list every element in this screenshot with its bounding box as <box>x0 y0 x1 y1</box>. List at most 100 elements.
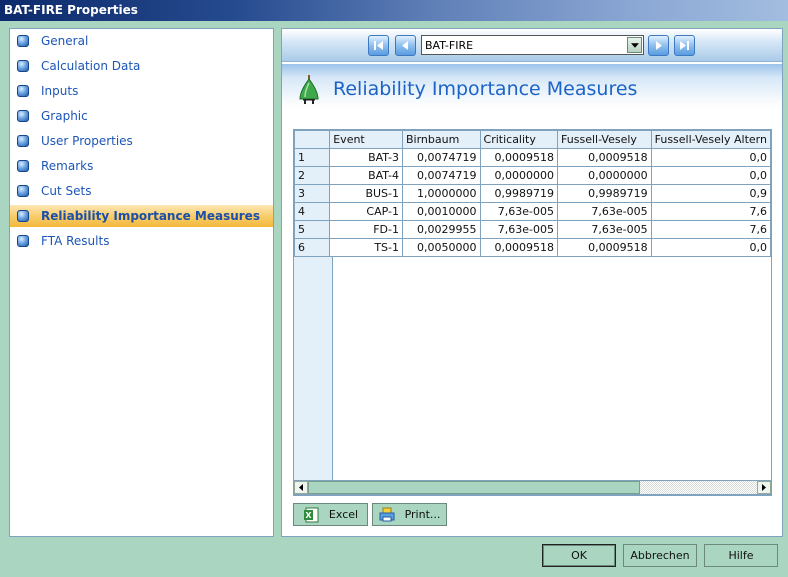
sidebar-item-label: User Properties <box>41 134 133 148</box>
table-cell[interactable]: 7,63e-005 <box>557 220 652 239</box>
table-cell[interactable]: 0,0010000 <box>402 202 481 221</box>
table-cell[interactable]: 7,6 <box>650 202 771 221</box>
row-number[interactable]: 3 <box>294 184 331 203</box>
scroll-track[interactable] <box>308 481 757 494</box>
table-cell[interactable]: 7,63e-005 <box>479 202 559 221</box>
sidebar-item-graphic[interactable]: Graphic <box>10 105 273 127</box>
main-panel: BAT-FIRE Reliability Importance Measures <box>281 28 783 537</box>
sidebar-item-inputs[interactable]: Inputs <box>10 80 273 102</box>
column-header-event[interactable]: Event <box>329 130 403 149</box>
sidebar-item-fta-results[interactable]: FTA Results <box>10 230 273 252</box>
previous-record-button[interactable] <box>395 35 416 56</box>
table-cell[interactable]: 0,0000000 <box>479 166 559 185</box>
sidebar-item-label: Graphic <box>41 109 88 123</box>
previous-record-icon <box>402 41 408 50</box>
table-cell[interactable]: 0,0029955 <box>402 220 481 239</box>
next-record-icon <box>656 41 662 50</box>
object-select[interactable]: BAT-FIRE <box>421 35 644 55</box>
table-cell[interactable]: 0,9989719 <box>557 184 652 203</box>
column-header-birnbaum[interactable]: Birnbaum <box>402 130 481 149</box>
first-record-icon <box>374 41 383 50</box>
table-cell[interactable]: 7,6 <box>650 220 771 239</box>
row-header-fill <box>294 256 333 495</box>
table-cell[interactable]: 0,0 <box>650 166 771 185</box>
excel-button[interactable]: X Excel <box>293 503 368 526</box>
sidebar: General Calculation Data Inputs Graphic User… <box>9 28 274 537</box>
bullet-icon <box>17 185 29 197</box>
help-label: Hilfe <box>728 549 754 562</box>
table-row[interactable]: 5 FD-1 0,0029955 7,63e-005 7,63e-005 7,6 <box>294 220 771 239</box>
last-record-button[interactable] <box>674 35 695 56</box>
sidebar-item-label: General <box>41 34 89 48</box>
column-header-fussell-vesely-alt[interactable]: Fussell-Vesely Altern <box>650 130 771 149</box>
bullet-icon <box>17 85 29 97</box>
scroll-left-button[interactable] <box>294 481 308 494</box>
row-number[interactable]: 2 <box>294 166 331 185</box>
table-cell[interactable]: 0,0009518 <box>479 148 559 167</box>
sidebar-item-cut-sets[interactable]: Cut Sets <box>10 180 273 202</box>
table-cell[interactable]: BAT-3 <box>329 148 403 167</box>
ok-button[interactable]: OK <box>542 544 616 567</box>
sidebar-item-reliability-importance-measures[interactable]: Reliability Importance Measures <box>10 205 273 227</box>
column-header-criticality[interactable]: Criticality <box>479 130 559 149</box>
bullet-icon <box>17 160 29 172</box>
table-row[interactable]: 6 TS-1 0,0050000 0,0009518 0,0009518 0,0 <box>294 238 771 257</box>
table-cell[interactable]: 0,0009518 <box>479 238 559 257</box>
table-cell[interactable]: 0,9989719 <box>479 184 559 203</box>
chevron-down-icon[interactable] <box>627 37 642 53</box>
table-cell[interactable]: 0,0050000 <box>402 238 481 257</box>
scroll-thumb[interactable] <box>308 481 641 494</box>
first-record-button[interactable] <box>368 35 389 56</box>
help-button[interactable]: Hilfe <box>704 544 778 567</box>
row-number[interactable]: 5 <box>294 220 331 239</box>
sidebar-item-general[interactable]: General <box>10 30 273 52</box>
sidebar-item-label: Cut Sets <box>41 184 92 198</box>
row-number[interactable]: 1 <box>294 148 331 167</box>
table-cell[interactable]: CAP-1 <box>329 202 403 221</box>
table-cell[interactable]: 7,63e-005 <box>557 202 652 221</box>
table-cell[interactable]: BUS-1 <box>329 184 403 203</box>
table-cell[interactable]: 0,0074719 <box>402 148 481 167</box>
cancel-button[interactable]: Abbrechen <box>623 544 697 567</box>
importance-table: Event Birnbaum Criticality Fussell-Vesel… <box>294 130 771 257</box>
row-number[interactable]: 6 <box>294 238 331 257</box>
print-label: Print... <box>404 508 441 521</box>
table-cell[interactable]: 7,63e-005 <box>479 220 559 239</box>
corner-cell <box>294 130 331 149</box>
row-number[interactable]: 4 <box>294 202 331 221</box>
panel-header: Reliability Importance Measures <box>282 64 782 109</box>
table-cell[interactable]: 0,0000000 <box>557 166 652 185</box>
sidebar-item-remarks[interactable]: Remarks <box>10 155 273 177</box>
table-cell[interactable]: 1,0000000 <box>402 184 481 203</box>
printer-icon <box>379 507 395 521</box>
table-cell[interactable]: 0,0009518 <box>557 148 652 167</box>
table-row[interactable]: 4 CAP-1 0,0010000 7,63e-005 7,63e-005 7,6 <box>294 202 771 221</box>
bullet-icon <box>17 60 29 72</box>
next-record-button[interactable] <box>648 35 669 56</box>
table-cell[interactable]: 0,9 <box>650 184 771 203</box>
table-row[interactable]: 2 BAT-4 0,0074719 0,0000000 0,0000000 0,0 <box>294 166 771 185</box>
table-cell[interactable]: FD-1 <box>329 220 403 239</box>
table-cell[interactable]: 0,0 <box>650 238 771 257</box>
table-header-row: Event Birnbaum Criticality Fussell-Vesel… <box>294 130 771 149</box>
cancel-label: Abbrechen <box>630 549 690 562</box>
table-row[interactable]: 3 BUS-1 1,0000000 0,9989719 0,9989719 0,9 <box>294 184 771 203</box>
title-bar: BAT-FIRE Properties <box>0 0 788 21</box>
table-cell[interactable]: 0,0009518 <box>557 238 652 257</box>
sidebar-item-label: Inputs <box>41 84 79 98</box>
table-cell[interactable]: 0,0074719 <box>402 166 481 185</box>
column-header-fussell-vesely[interactable]: Fussell-Vesely <box>557 130 652 149</box>
print-button[interactable]: Print... <box>372 503 447 526</box>
arrow-left-icon <box>299 484 303 491</box>
table-cell[interactable]: 0,0 <box>650 148 771 167</box>
bullet-icon <box>17 35 29 47</box>
sidebar-item-user-properties[interactable]: User Properties <box>10 130 273 152</box>
horizontal-scrollbar[interactable] <box>293 480 772 495</box>
scroll-right-button[interactable] <box>757 481 771 494</box>
sidebar-item-calculation-data[interactable]: Calculation Data <box>10 55 273 77</box>
sidebar-item-label: Reliability Importance Measures <box>41 209 260 223</box>
table-cell[interactable]: TS-1 <box>329 238 403 257</box>
window-title: BAT-FIRE Properties <box>4 3 138 17</box>
table-row[interactable]: 1 BAT-3 0,0074719 0,0009518 0,0009518 0,0 <box>294 148 771 167</box>
table-cell[interactable]: BAT-4 <box>329 166 403 185</box>
